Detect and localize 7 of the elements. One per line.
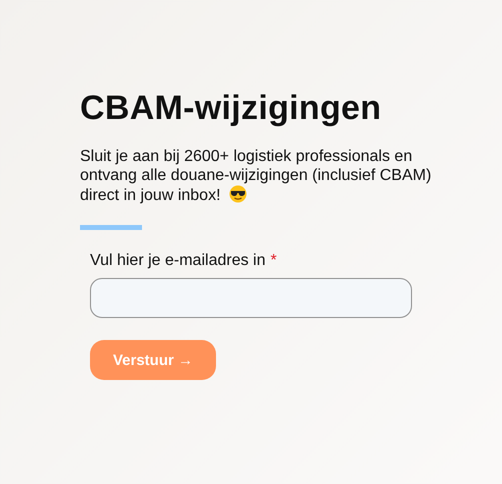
email-label: Vul hier je e-mailadres in	[90, 251, 266, 270]
email-input-field[interactable]	[90, 278, 412, 318]
submit-button[interactable]: Verstuur →	[90, 340, 216, 380]
required-mark: *	[270, 251, 277, 270]
page-title: CBAM-wijzigingen	[80, 88, 382, 128]
intro-text: Sluit je aan bij 2600+ logistiek professionals en ontvang alle douane-wijzigingen (inclusief CBAM) direct in jouw inbox!	[80, 147, 432, 205]
sunglasses-emoji-icon	[228, 185, 247, 203]
